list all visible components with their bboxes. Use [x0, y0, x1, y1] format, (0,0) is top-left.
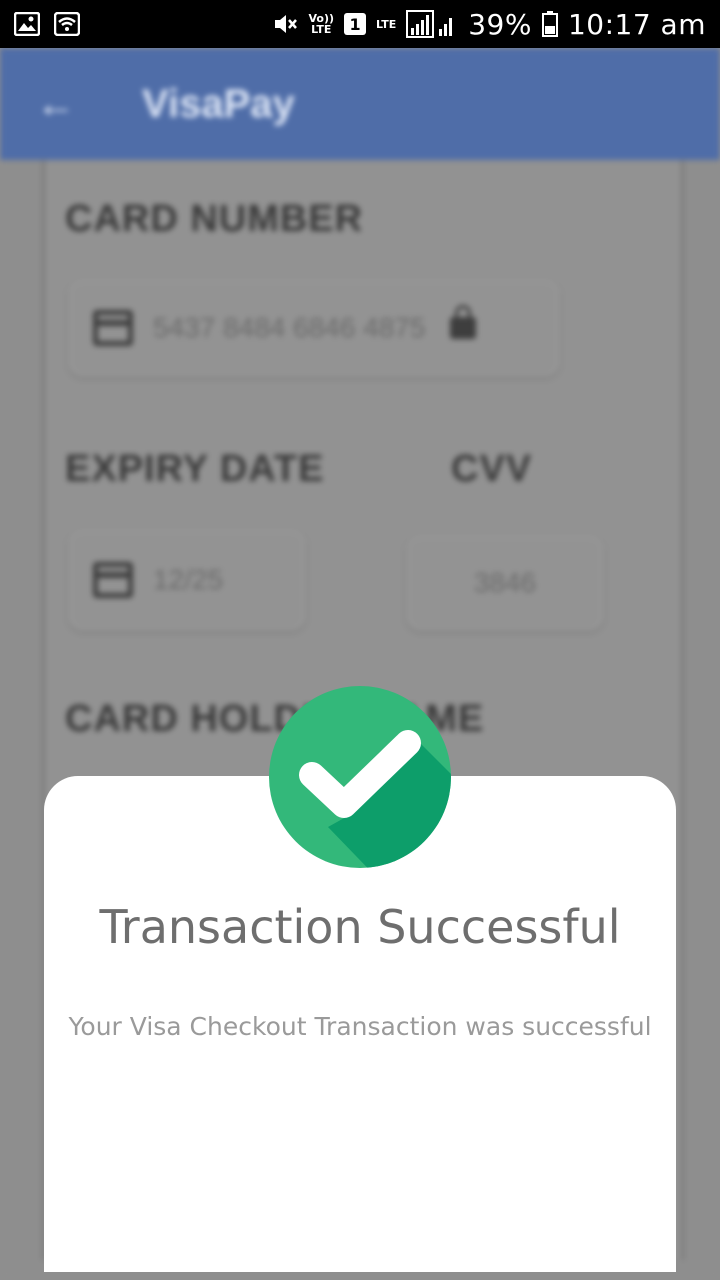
check-circle-icon: [268, 685, 452, 869]
clock: 10:17 am: [567, 7, 706, 41]
sim-badge: 1: [344, 13, 367, 35]
volte-indicator: Vo)) LTE: [308, 12, 335, 36]
signal-icon: [406, 10, 458, 38]
cvv-value: 3846: [473, 567, 537, 598]
wifi-icon: [54, 12, 80, 36]
card-number-value: 5437 8484 6846 4875: [153, 312, 426, 343]
mute-icon: [272, 12, 298, 36]
card-number-label: CARD NUMBER: [65, 198, 364, 240]
credit-card-icon: [93, 310, 133, 346]
battery-percent: 39%: [468, 7, 532, 41]
battery-icon: [541, 11, 558, 37]
calendar-icon: [93, 562, 133, 598]
lte-indicator: LTE: [376, 17, 397, 31]
image-icon: [14, 12, 40, 36]
back-arrow-icon[interactable]: ←: [36, 82, 86, 127]
cvv-label: CVV: [451, 448, 533, 490]
lock-icon: [449, 305, 476, 339]
dialog-message: Your Visa Checkout Transaction was succe…: [68, 1012, 652, 1041]
cvv-field[interactable]: 3846: [407, 536, 603, 630]
expiry-value: 12/25: [153, 564, 224, 595]
dialog-title: Transaction Successful: [99, 900, 621, 954]
app-title: VisaPay: [142, 81, 295, 126]
expiry-field[interactable]: 12/25: [69, 530, 305, 630]
app-bar: ← VisaPay: [0, 48, 720, 160]
expiry-label: EXPIRY DATE: [65, 448, 325, 490]
status-bar: Vo)) LTE 1 LTE 39% 10:17 am: [0, 0, 720, 48]
card-number-field[interactable]: 5437 8484 6846 4875: [69, 280, 559, 376]
